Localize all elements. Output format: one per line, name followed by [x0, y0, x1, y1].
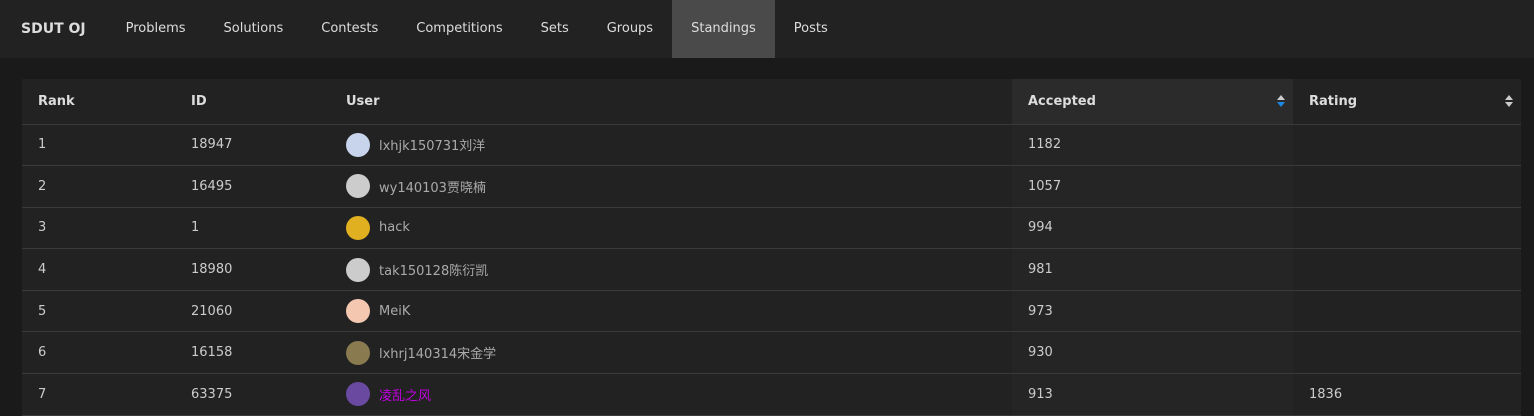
id-cell: 18980: [175, 248, 330, 291]
accepted-cell: 994: [1012, 207, 1293, 250]
user-cell: tak150128陈衍凯: [330, 248, 1012, 291]
accepted-cell: 1057: [1012, 165, 1293, 208]
table-row: 5 21060 MeiK 973: [22, 290, 1521, 333]
accepted-cell: 913: [1012, 373, 1293, 416]
id-cell: 63375: [175, 373, 330, 416]
accepted-cell: 981: [1012, 248, 1293, 291]
rating-cell: [1293, 331, 1521, 375]
user-cell: lxhjk150731刘洋: [330, 124, 1012, 167]
user-cell: hack: [330, 207, 1012, 250]
header-rating[interactable]: Rating: [1293, 79, 1521, 125]
rating-cell: 1836: [1293, 373, 1521, 416]
rating-cell: [1293, 124, 1521, 167]
rank-cell: 4: [22, 248, 175, 291]
rank-cell: 7: [22, 373, 175, 416]
nav-contests[interactable]: Contests: [302, 0, 397, 58]
standings-table-container: Rank ID User Accepted Rating 1 18947 lxh…: [22, 79, 1521, 416]
nav-groups[interactable]: Groups: [588, 0, 672, 58]
user-link[interactable]: 凌乱之风: [379, 385, 431, 404]
avatar: [346, 340, 370, 365]
user-link[interactable]: wy140103贾晓楠: [379, 177, 486, 196]
table-row: 3 1 hack 994: [22, 207, 1521, 250]
id-cell: 21060: [175, 290, 330, 333]
avatar: [346, 257, 370, 282]
user-link[interactable]: MeiK: [379, 304, 410, 319]
avatar: [346, 132, 370, 157]
rank-cell: 3: [22, 207, 175, 250]
nav-posts[interactable]: Posts: [775, 0, 847, 58]
table-row: 1 18947 lxhjk150731刘洋 1182: [22, 124, 1521, 167]
top-navbar: SDUT OJ Problems Solutions Contests Comp…: [0, 0, 1534, 58]
header-accepted[interactable]: Accepted: [1012, 79, 1293, 125]
table-row: 2 16495 wy140103贾晓楠 1057: [22, 165, 1521, 208]
rating-cell: [1293, 248, 1521, 291]
header-id: ID: [175, 79, 330, 125]
id-cell: 16495: [175, 165, 330, 208]
avatar: [346, 174, 370, 199]
header-user: User: [330, 79, 1012, 125]
rank-cell: 1: [22, 124, 175, 167]
user-link[interactable]: hack: [379, 220, 410, 235]
accepted-cell: 930: [1012, 331, 1293, 375]
avatar: [346, 299, 370, 324]
table-row: 7 63375 凌乱之风 913 1836: [22, 373, 1521, 416]
user-cell: wy140103贾晓楠: [330, 165, 1012, 208]
rank-cell: 5: [22, 290, 175, 333]
standings-table: Rank ID User Accepted Rating 1 18947 lxh…: [22, 79, 1521, 416]
id-cell: 18947: [175, 124, 330, 167]
nav-solutions[interactable]: Solutions: [205, 0, 303, 58]
header-rating-label: Rating: [1309, 93, 1358, 109]
accepted-cell: 1182: [1012, 124, 1293, 167]
rank-cell: 6: [22, 331, 175, 375]
user-cell: 凌乱之风: [330, 373, 1012, 416]
rating-cell: [1293, 165, 1521, 208]
accepted-cell: 973: [1012, 290, 1293, 333]
rating-cell: [1293, 290, 1521, 333]
id-cell: 16158: [175, 331, 330, 375]
sort-icon[interactable]: [1505, 95, 1513, 107]
avatar: [346, 215, 370, 240]
rating-cell: [1293, 207, 1521, 250]
user-cell: MeiK: [330, 290, 1012, 333]
table-row: 6 16158 lxhrj140314宋金学 930: [22, 331, 1521, 375]
sort-icon[interactable]: [1277, 95, 1285, 107]
user-link[interactable]: tak150128陈衍凯: [379, 260, 488, 279]
id-cell: 1: [175, 207, 330, 250]
brand-logo[interactable]: SDUT OJ: [0, 21, 107, 37]
nav-standings[interactable]: Standings: [672, 0, 775, 58]
table-row: 4 18980 tak150128陈衍凯 981: [22, 248, 1521, 291]
header-rank: Rank: [22, 79, 175, 125]
user-link[interactable]: lxhrj140314宋金学: [379, 343, 496, 362]
user-link[interactable]: lxhjk150731刘洋: [379, 135, 485, 154]
nav-sets[interactable]: Sets: [522, 0, 588, 58]
avatar: [346, 382, 370, 407]
nav-competitions[interactable]: Competitions: [397, 0, 521, 58]
nav-problems[interactable]: Problems: [107, 0, 205, 58]
user-cell: lxhrj140314宋金学: [330, 331, 1012, 375]
header-accepted-label: Accepted: [1028, 93, 1096, 109]
rank-cell: 2: [22, 165, 175, 208]
